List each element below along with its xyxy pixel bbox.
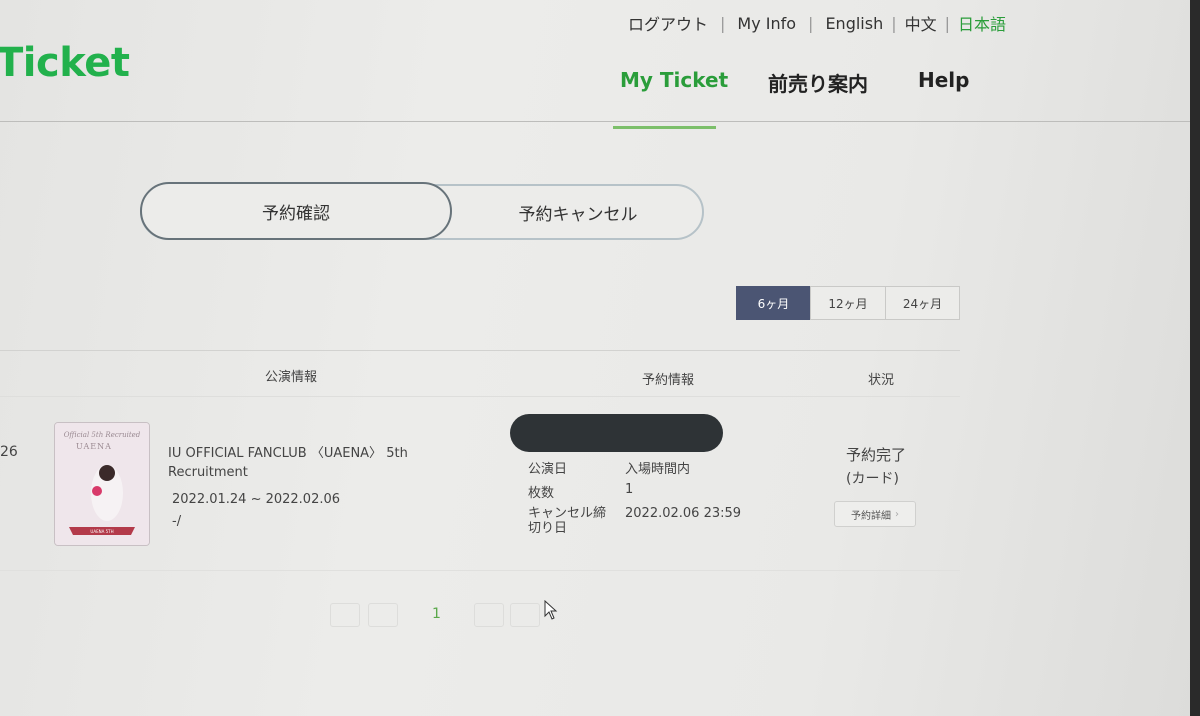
first-page-button[interactable] — [330, 603, 360, 627]
screen-bezel — [1190, 0, 1200, 716]
header-divider — [0, 121, 1200, 122]
active-nav-indicator — [613, 126, 716, 129]
logout-link[interactable]: ログアウト — [628, 11, 708, 35]
period-24-months[interactable]: 24ヶ月 — [885, 286, 960, 320]
page-current[interactable]: 1 — [432, 606, 441, 622]
chevron-right-icon: › — [895, 508, 899, 520]
next-page-button[interactable] — [474, 603, 504, 627]
divider: | — [808, 13, 814, 33]
booking-label-cancel-deadline: キャンセル締切り日 — [528, 506, 607, 536]
redacted-booking-number — [510, 414, 723, 452]
lang-chinese-link[interactable]: 中文 — [905, 11, 937, 35]
prev-page-button[interactable] — [368, 603, 398, 627]
site-logo[interactable]: Ticket — [0, 40, 130, 86]
nav-my-ticket[interactable]: My Ticket — [620, 68, 728, 92]
table-header-line — [0, 396, 960, 397]
nav-advance-sales[interactable]: 前売り案内 — [768, 68, 868, 97]
event-title[interactable]: IU OFFICIAL FANCLUB 〈UAENA〉 5th Recruitm… — [168, 444, 438, 482]
tab-reservation-confirm[interactable]: 予約確認 — [140, 182, 452, 240]
booking-label-quantity: 枚数 — [528, 486, 555, 501]
nav-help[interactable]: Help — [918, 68, 969, 92]
svg-text:UAENA 5TH: UAENA 5TH — [90, 529, 113, 534]
booking-value-quantity: 1 — [625, 482, 634, 497]
event-venue: -/ — [172, 514, 182, 529]
column-header-performance: 公演情報 — [265, 370, 318, 385]
column-header-status: 状況 — [868, 373, 895, 388]
utility-nav: ログアウト | My Info | English | 中文 | 日本語 — [628, 11, 1006, 35]
poster-title: UAENA — [76, 442, 112, 451]
tab-reservation-cancel[interactable]: 予約キャンセル — [452, 184, 704, 240]
divider: | — [891, 13, 897, 33]
svg-text:Official 5th Recruited: Official 5th Recruited — [64, 431, 141, 439]
lang-english-link[interactable]: English — [825, 14, 883, 33]
period-12-months[interactable]: 12ヶ月 — [810, 286, 886, 320]
divider: | — [944, 13, 951, 33]
column-header-booking: 予約情報 — [642, 373, 695, 388]
reservation-detail-button[interactable]: 予約詳細 › — [834, 501, 916, 527]
event-dates: 2022.01.24 ~ 2022.02.06 — [172, 492, 341, 507]
booking-value-cancel-deadline: 2022.02.06 23:59 — [625, 506, 742, 521]
booking-label-date: 公演日 — [528, 462, 568, 477]
table-top-line — [0, 350, 960, 351]
payment-method: (カード) — [846, 471, 899, 487]
my-info-link[interactable]: My Info — [737, 14, 796, 33]
status-label: 予約完了 — [846, 446, 907, 464]
table-bottom-line — [0, 570, 960, 571]
last-page-button[interactable] — [510, 603, 540, 627]
detail-button-label: 予約詳細 — [851, 510, 891, 522]
divider: | — [720, 13, 726, 33]
mouse-cursor-icon — [544, 600, 558, 620]
event-poster[interactable]: Official 5th Recruited UAENA 5TH — [54, 422, 150, 546]
lang-japanese-link[interactable]: 日本語 — [958, 11, 1006, 35]
booking-value-date: 入場時間内 — [625, 462, 691, 477]
period-6-months[interactable]: 6ヶ月 — [736, 286, 811, 320]
row-number: 26 — [0, 444, 18, 460]
